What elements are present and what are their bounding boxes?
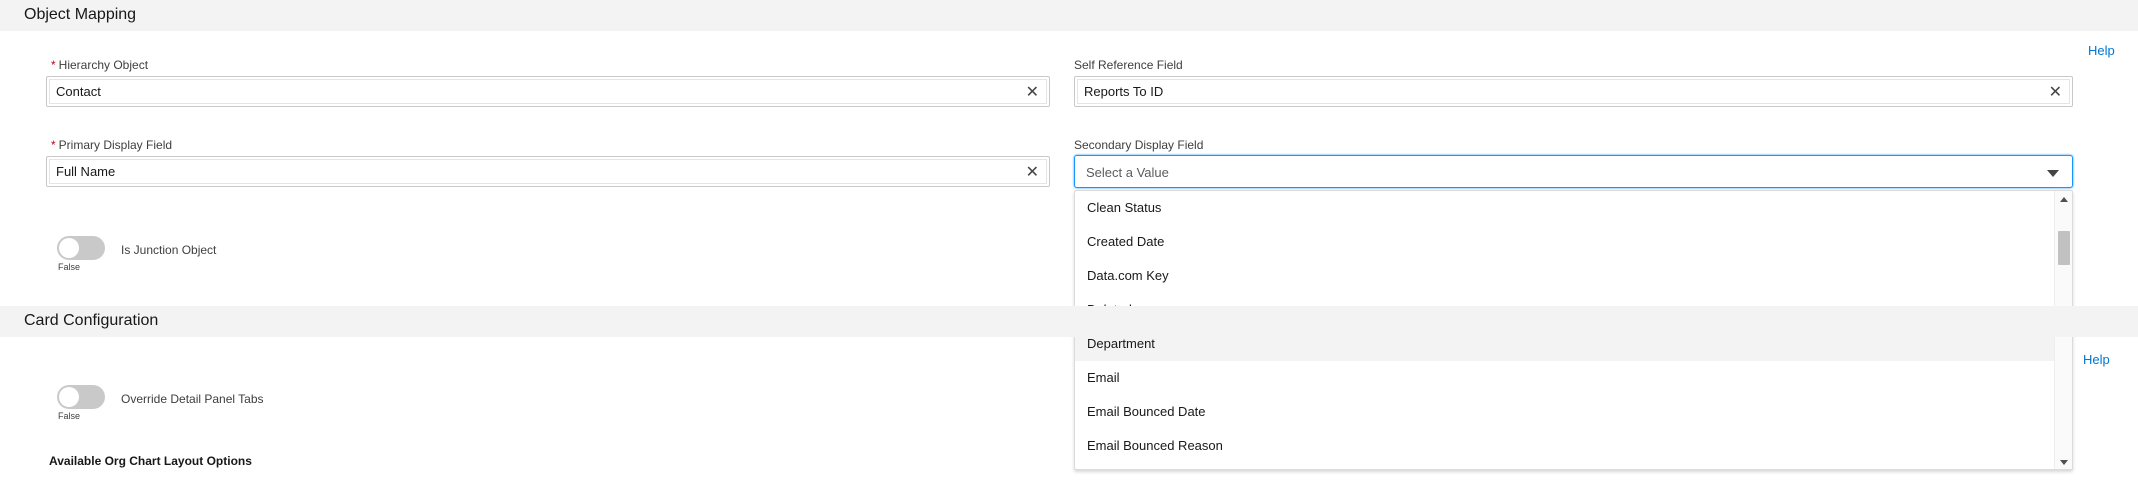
override-detail-panel-tabs-label: Override Detail Panel Tabs [121, 392, 264, 406]
card-configuration-header: Card Configuration [0, 306, 2138, 337]
input-inner [49, 79, 1047, 104]
scroll-up-icon[interactable] [2060, 197, 2068, 202]
self-reference-field-label: Self Reference Field [1074, 58, 1183, 72]
override-detail-panel-tabs-toggle[interactable] [57, 385, 105, 409]
label-text: Hierarchy Object [58, 58, 149, 72]
input-value: Reports To ID [1084, 84, 1164, 99]
secondary-display-field-label: Secondary Display Field [1074, 138, 1204, 152]
toggle-knob [59, 387, 79, 407]
help-link[interactable]: Help [2083, 352, 2110, 367]
is-junction-object-toggle[interactable] [57, 236, 105, 260]
secondary-display-field-combobox[interactable]: Select a Value [1074, 155, 2073, 188]
input-value: Contact [56, 84, 101, 99]
toggle-state: False [58, 262, 81, 272]
dropdown-option[interactable]: Email Bounced Reason [1075, 429, 2055, 463]
self-reference-field-input[interactable]: Reports To ID ✕ [1074, 76, 2073, 107]
scroll-down-icon[interactable] [2060, 460, 2068, 465]
is-junction-object-label: Is Junction Object [121, 243, 217, 257]
help-link[interactable]: Help [2088, 43, 2115, 58]
primary-display-field-input[interactable]: Full Name ✕ [46, 156, 1050, 187]
close-icon[interactable]: ✕ [1026, 162, 1039, 181]
input-inner [49, 159, 1047, 184]
combobox-placeholder: Select a Value [1086, 165, 1169, 180]
required-marker: * [51, 138, 56, 152]
chevron-down-icon[interactable] [2047, 170, 2059, 177]
required-marker: * [51, 58, 56, 72]
toggle-state: False [58, 411, 81, 421]
dropdown-option[interactable]: Data.com Key [1075, 259, 2055, 293]
close-icon[interactable]: ✕ [2049, 82, 2062, 101]
dropdown-option[interactable]: Email [1075, 361, 2055, 395]
dropdown-option[interactable]: Clean Status [1075, 191, 2055, 225]
object-mapping-header: Object Mapping [0, 0, 2138, 31]
hierarchy-object-input[interactable]: Contact ✕ [46, 76, 1050, 107]
input-value: Full Name [56, 164, 116, 179]
dropdown-option[interactable]: Created Date [1075, 225, 2055, 259]
label-text: Primary Display Field [58, 138, 173, 152]
scrollbar-thumb[interactable] [2058, 231, 2070, 265]
close-icon[interactable]: ✕ [1026, 82, 1039, 101]
section-title: Card Configuration [24, 312, 159, 329]
hierarchy-object-label: * Hierarchy Object [51, 58, 148, 72]
dropdown-option[interactable]: Email Bounced Date [1075, 395, 2055, 429]
input-inner [1077, 79, 2070, 104]
toggle-knob [59, 238, 79, 258]
section-title: Object Mapping [24, 6, 137, 23]
primary-display-field-label: * Primary Display Field [51, 138, 172, 152]
layout-options-label: Available Org Chart Layout Options [49, 454, 252, 468]
